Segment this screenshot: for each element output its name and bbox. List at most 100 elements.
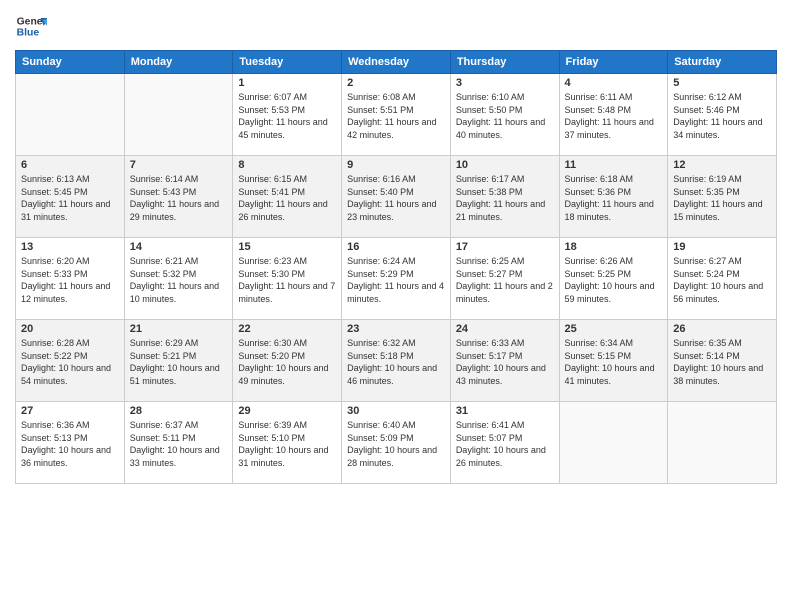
day-number: 10 xyxy=(456,159,554,171)
day-number: 28 xyxy=(130,405,228,417)
day-number: 9 xyxy=(347,159,445,171)
day-number: 26 xyxy=(673,323,771,335)
page-container: General Blue SundayMondayTuesdayWednesda… xyxy=(0,0,792,612)
day-number: 8 xyxy=(238,159,336,171)
calendar-cell: 24Sunrise: 6:33 AMSunset: 5:17 PMDayligh… xyxy=(450,320,559,402)
day-info: Sunrise: 6:27 AMSunset: 5:24 PMDaylight:… xyxy=(673,255,771,305)
day-number: 15 xyxy=(238,241,336,253)
day-number: 3 xyxy=(456,77,554,89)
calendar-cell xyxy=(124,74,233,156)
day-number: 14 xyxy=(130,241,228,253)
calendar-body: 1 Sunrise: 6:07 AMSunset: 5:53 PMDaylight… xyxy=(16,74,777,484)
calendar-header: SundayMondayTuesdayWednesdayThursdayFrid… xyxy=(16,51,777,74)
calendar-cell: 19 Sunrise: 6:27 AMSunset: 5:24 PMDayligh… xyxy=(668,238,777,320)
weekday-header-monday: Monday xyxy=(124,51,233,74)
day-info: Sunrise: 6:20 AMSunset: 5:33 PMDaylight:… xyxy=(21,255,119,305)
calendar-cell: 4 Sunrise: 6:11 AMSunset: 5:48 PMDaylight… xyxy=(559,74,668,156)
calendar-cell: 27 Sunrise: 6:36 AMSunset: 5:13 PMDayligh… xyxy=(16,402,125,484)
day-info: Sunrise: 6:08 AMSunset: 5:51 PMDaylight:… xyxy=(347,91,445,141)
day-info: Sunrise: 6:16 AMSunset: 5:40 PMDaylight:… xyxy=(347,173,445,223)
day-number: 4 xyxy=(565,77,663,89)
calendar-cell: 9 Sunrise: 6:16 AMSunset: 5:40 PMDaylight… xyxy=(342,156,451,238)
calendar-cell: 3Sunrise: 6:10 AMSunset: 5:50 PMDaylight… xyxy=(450,74,559,156)
day-number: 21 xyxy=(130,323,228,335)
day-info: Sunrise: 6:32 AMSunset: 5:18 PMDaylight:… xyxy=(347,337,445,387)
day-info: Sunrise: 6:26 AMSunset: 5:25 PMDaylight:… xyxy=(565,255,663,305)
calendar-cell: 1 Sunrise: 6:07 AMSunset: 5:53 PMDaylight… xyxy=(233,74,342,156)
day-info: Sunrise: 6:07 AMSunset: 5:53 PMDaylight:… xyxy=(238,91,336,141)
day-number: 31 xyxy=(456,405,554,417)
calendar-week-1: 1 Sunrise: 6:07 AMSunset: 5:53 PMDaylight… xyxy=(16,74,777,156)
day-info: Sunrise: 6:30 AMSunset: 5:20 PMDaylight:… xyxy=(238,337,336,387)
logo-icon: General Blue xyxy=(15,10,47,42)
day-info: Sunrise: 6:23 AMSunset: 5:30 PMDaylight:… xyxy=(238,255,336,305)
day-number: 5 xyxy=(673,77,771,89)
calendar-week-2: 6 Sunrise: 6:13 AMSunset: 5:45 PMDaylight… xyxy=(16,156,777,238)
calendar-cell xyxy=(16,74,125,156)
calendar-cell: 21 Sunrise: 6:29 AMSunset: 5:21 PMDayligh… xyxy=(124,320,233,402)
calendar-cell: 31 Sunrise: 6:41 AMSunset: 5:07 PMDayligh… xyxy=(450,402,559,484)
day-number: 19 xyxy=(673,241,771,253)
calendar-cell: 8 Sunrise: 6:15 AMSunset: 5:41 PMDaylight… xyxy=(233,156,342,238)
calendar-cell: 30 Sunrise: 6:40 AMSunset: 5:09 PMDayligh… xyxy=(342,402,451,484)
calendar-cell: 7Sunrise: 6:14 AMSunset: 5:43 PMDaylight… xyxy=(124,156,233,238)
day-number: 11 xyxy=(565,159,663,171)
day-number: 29 xyxy=(238,405,336,417)
calendar-cell: 25 Sunrise: 6:34 AMSunset: 5:15 PMDayligh… xyxy=(559,320,668,402)
day-info: Sunrise: 6:41 AMSunset: 5:07 PMDaylight:… xyxy=(456,419,554,469)
day-info: Sunrise: 6:34 AMSunset: 5:15 PMDaylight:… xyxy=(565,337,663,387)
calendar-table: SundayMondayTuesdayWednesdayThursdayFrid… xyxy=(15,50,777,484)
calendar-cell: 2Sunrise: 6:08 AMSunset: 5:51 PMDaylight… xyxy=(342,74,451,156)
day-number: 25 xyxy=(565,323,663,335)
calendar-cell: 29 Sunrise: 6:39 AMSunset: 5:10 PMDayligh… xyxy=(233,402,342,484)
day-info: Sunrise: 6:25 AMSunset: 5:27 PMDaylight:… xyxy=(456,255,554,305)
day-info: Sunrise: 6:36 AMSunset: 5:13 PMDaylight:… xyxy=(21,419,119,469)
day-number: 12 xyxy=(673,159,771,171)
calendar-cell xyxy=(668,402,777,484)
day-info: Sunrise: 6:24 AMSunset: 5:29 PMDaylight:… xyxy=(347,255,445,305)
day-number: 6 xyxy=(21,159,119,171)
day-info: Sunrise: 6:13 AMSunset: 5:45 PMDaylight:… xyxy=(21,173,119,223)
day-number: 18 xyxy=(565,241,663,253)
day-number: 20 xyxy=(21,323,119,335)
weekday-header-thursday: Thursday xyxy=(450,51,559,74)
weekday-header-saturday: Saturday xyxy=(668,51,777,74)
weekday-header-row: SundayMondayTuesdayWednesdayThursdayFrid… xyxy=(16,51,777,74)
day-number: 13 xyxy=(21,241,119,253)
day-number: 1 xyxy=(238,77,336,89)
day-info: Sunrise: 6:39 AMSunset: 5:10 PMDaylight:… xyxy=(238,419,336,469)
calendar-cell: 13 Sunrise: 6:20 AMSunset: 5:33 PMDayligh… xyxy=(16,238,125,320)
day-info: Sunrise: 6:33 AMSunset: 5:17 PMDaylight:… xyxy=(456,337,554,387)
day-number: 16 xyxy=(347,241,445,253)
calendar-cell: 18 Sunrise: 6:26 AMSunset: 5:25 PMDayligh… xyxy=(559,238,668,320)
calendar-cell: 16 Sunrise: 6:24 AMSunset: 5:29 PMDayligh… xyxy=(342,238,451,320)
calendar-cell: 14Sunrise: 6:21 AMSunset: 5:32 PMDayligh… xyxy=(124,238,233,320)
day-number: 22 xyxy=(238,323,336,335)
calendar-week-4: 20Sunrise: 6:28 AMSunset: 5:22 PMDayligh… xyxy=(16,320,777,402)
calendar-cell xyxy=(559,402,668,484)
calendar-cell: 20Sunrise: 6:28 AMSunset: 5:22 PMDayligh… xyxy=(16,320,125,402)
day-info: Sunrise: 6:35 AMSunset: 5:14 PMDaylight:… xyxy=(673,337,771,387)
day-info: Sunrise: 6:29 AMSunset: 5:21 PMDaylight:… xyxy=(130,337,228,387)
logo: General Blue xyxy=(15,10,47,42)
weekday-header-wednesday: Wednesday xyxy=(342,51,451,74)
weekday-header-tuesday: Tuesday xyxy=(233,51,342,74)
calendar-cell: 28 Sunrise: 6:37 AMSunset: 5:11 PMDayligh… xyxy=(124,402,233,484)
calendar-week-3: 13 Sunrise: 6:20 AMSunset: 5:33 PMDayligh… xyxy=(16,238,777,320)
calendar-cell: 22 Sunrise: 6:30 AMSunset: 5:20 PMDayligh… xyxy=(233,320,342,402)
day-info: Sunrise: 6:14 AMSunset: 5:43 PMDaylight:… xyxy=(130,173,228,223)
header: General Blue xyxy=(15,10,777,42)
day-number: 30 xyxy=(347,405,445,417)
calendar-cell: 12Sunrise: 6:19 AMSunset: 5:35 PMDayligh… xyxy=(668,156,777,238)
day-info: Sunrise: 6:18 AMSunset: 5:36 PMDaylight:… xyxy=(565,173,663,223)
weekday-header-friday: Friday xyxy=(559,51,668,74)
day-info: Sunrise: 6:40 AMSunset: 5:09 PMDaylight:… xyxy=(347,419,445,469)
day-info: Sunrise: 6:37 AMSunset: 5:11 PMDaylight:… xyxy=(130,419,228,469)
day-number: 17 xyxy=(456,241,554,253)
day-info: Sunrise: 6:15 AMSunset: 5:41 PMDaylight:… xyxy=(238,173,336,223)
day-info: Sunrise: 6:12 AMSunset: 5:46 PMDaylight:… xyxy=(673,91,771,141)
day-number: 27 xyxy=(21,405,119,417)
calendar-cell: 11 Sunrise: 6:18 AMSunset: 5:36 PMDayligh… xyxy=(559,156,668,238)
day-info: Sunrise: 6:11 AMSunset: 5:48 PMDaylight:… xyxy=(565,91,663,141)
weekday-header-sunday: Sunday xyxy=(16,51,125,74)
